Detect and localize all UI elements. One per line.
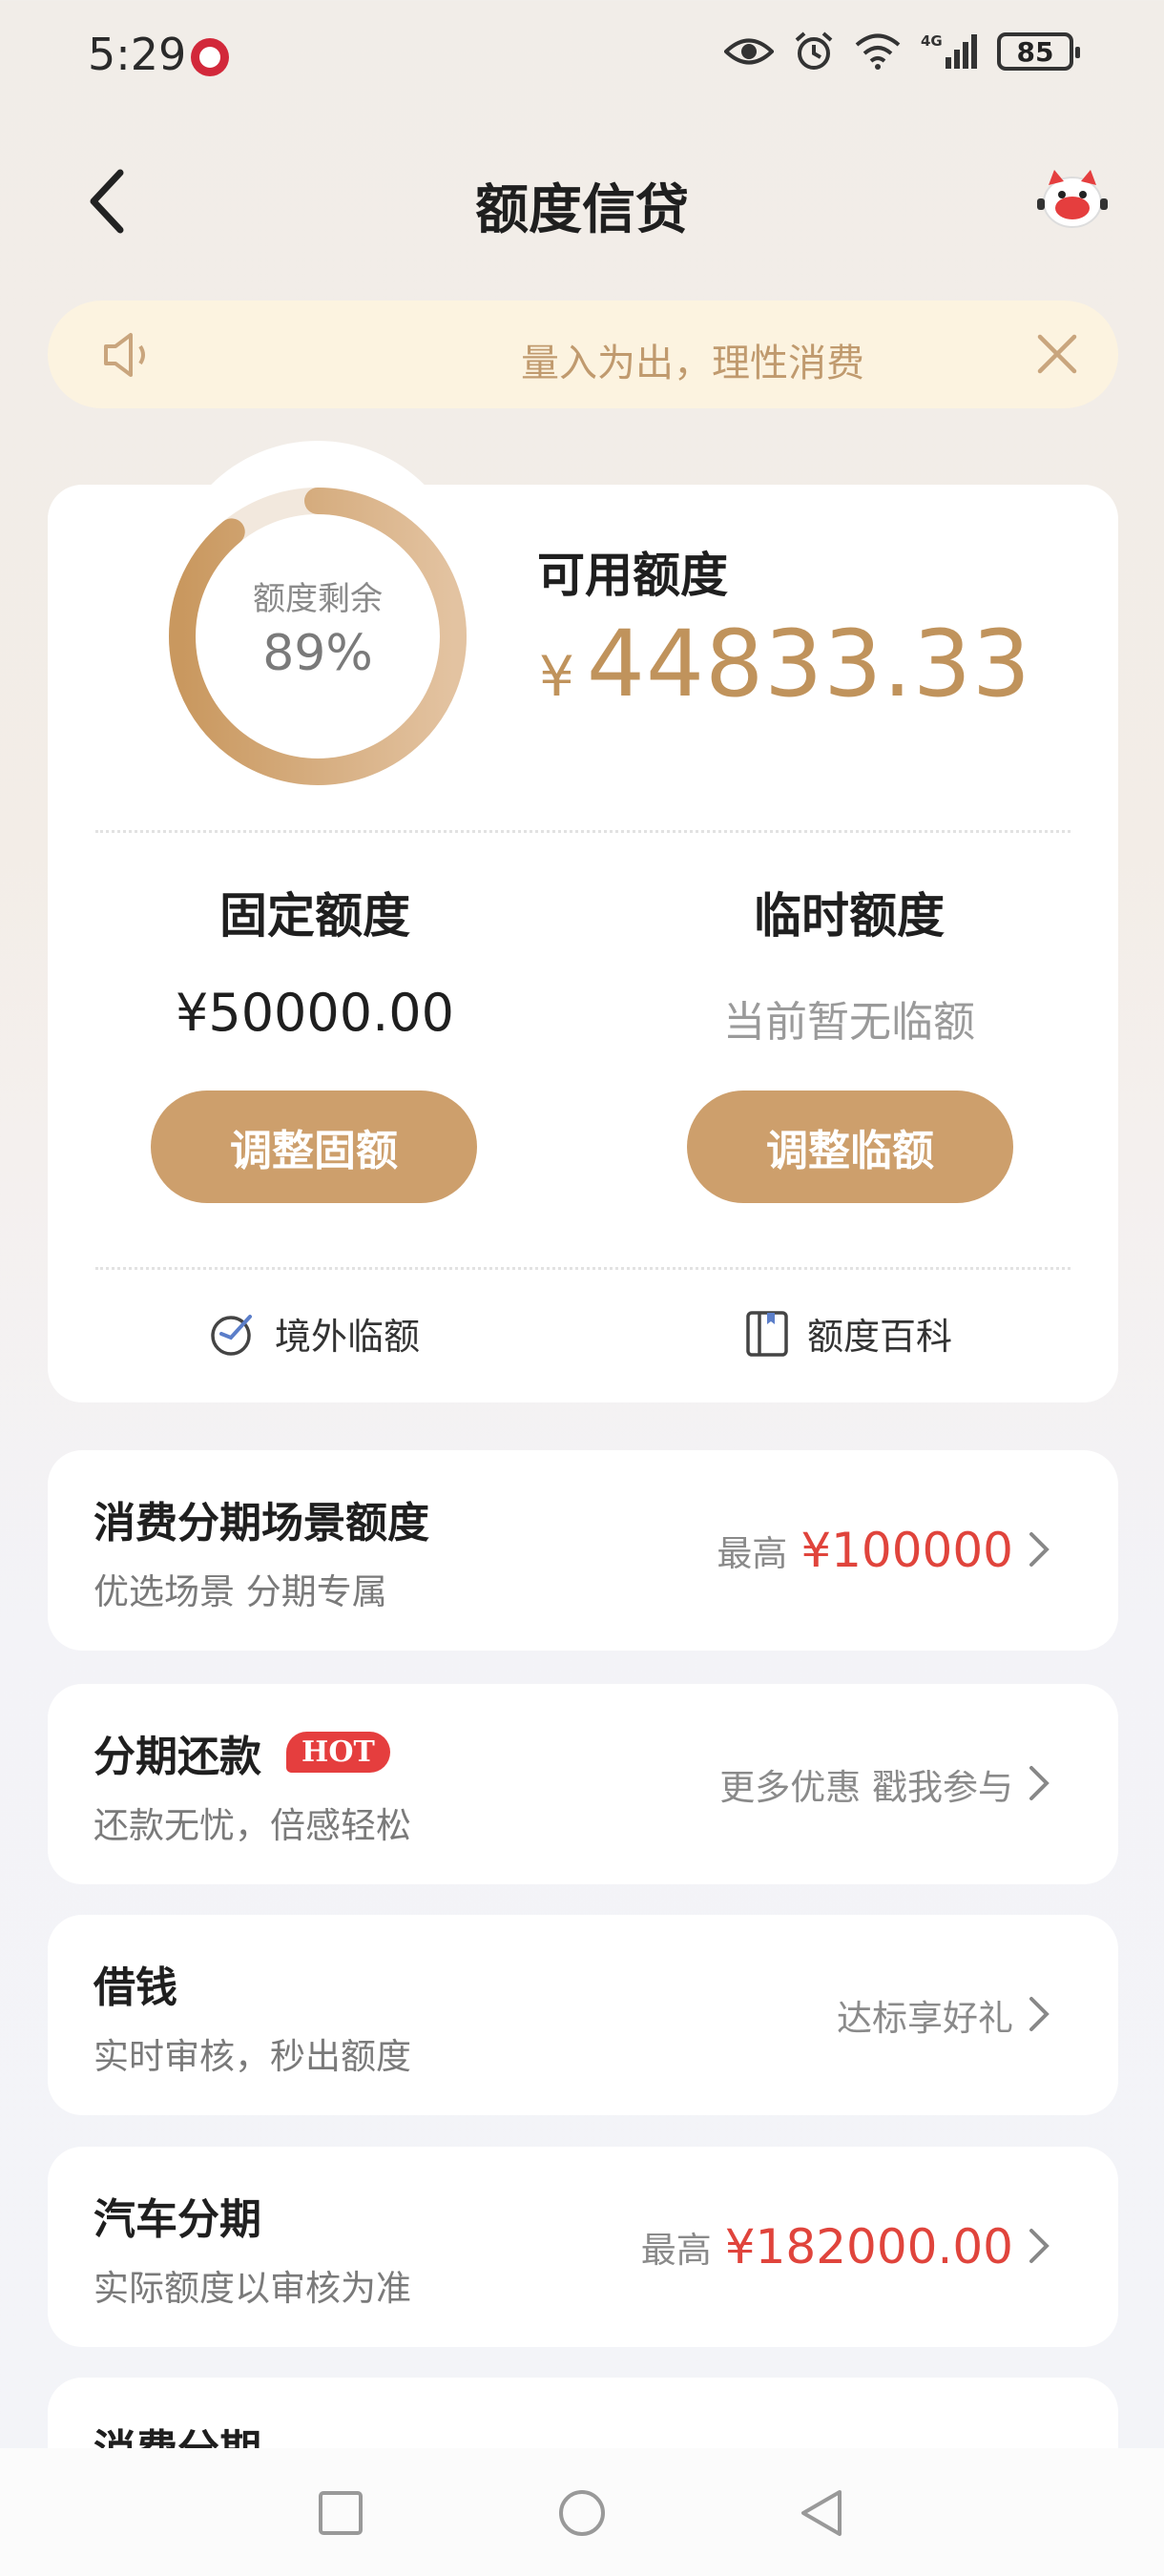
chevron-right-icon [1029, 1532, 1050, 1567]
list-item-title: 借钱 [94, 1963, 177, 2012]
list-item-title: 消费分期场景额度 [94, 1499, 429, 1548]
battery-indicator: 85 [997, 32, 1080, 71]
notice-text: 量入为出，理性消费 [521, 342, 864, 385]
recent-apps-icon[interactable] [318, 2490, 364, 2536]
chevron-right-icon [1029, 1997, 1050, 2031]
divider [95, 830, 1070, 833]
bank-logo-icon [191, 38, 229, 76]
page-title: 额度信贷 [475, 179, 689, 241]
list-item-right: 最高 ¥100000 [717, 1450, 1013, 1651]
list-item-right: 更多优惠 戳我参与 [719, 1767, 1013, 1808]
signal-icon: 4G [921, 32, 977, 69]
adjust-fixed-limit-button[interactable]: 调整固额 [151, 1091, 477, 1203]
back-icon[interactable] [798, 2488, 845, 2538]
overseas-temp-limit-link[interactable]: 境外临额 [208, 1307, 420, 1360]
adjust-temp-limit-button[interactable]: 调整临额 [687, 1091, 1013, 1203]
chevron-right-icon [1029, 1766, 1050, 1800]
list-item-title: 分期还款 [94, 1733, 261, 1781]
list-item-subtitle: 还款无忧，倍感轻松 [94, 1805, 411, 1846]
globe-plane-icon [211, 1314, 252, 1356]
limit-wiki-link[interactable]: 额度百科 [744, 1307, 952, 1360]
list-item-right: 最高 ¥182000.00 [641, 2147, 1013, 2347]
ring-label: 额度剩余 [253, 580, 383, 618]
list-item-installment-scene[interactable]: 消费分期场景额度 优选场景 分期专属 最高 ¥100000 [48, 1450, 1118, 1651]
divider [95, 1267, 1070, 1270]
available-limit-amount: ¥44833.33 [539, 611, 1031, 717]
system-nav-bar [0, 2448, 1164, 2576]
available-limit-label: 可用额度 [537, 548, 728, 603]
fixed-limit-title: 固定额度 [219, 888, 410, 944]
list-item-subtitle: 实际额度以审核为准 [94, 2268, 411, 2309]
max-prefix: 最高 [717, 1533, 788, 1574]
temp-limit-status: 当前暂无临额 [723, 998, 975, 1047]
max-amount: ¥100000 [800, 1523, 1013, 1578]
currency-symbol: ¥ [539, 644, 575, 709]
list-item-borrow[interactable]: 借钱 实时审核，秒出额度 达标享好礼 [48, 1915, 1118, 2115]
ring-percent: 89% [262, 625, 373, 682]
max-amount: ¥182000.00 [724, 2219, 1013, 2275]
close-icon[interactable] [1034, 331, 1080, 377]
home-icon[interactable] [557, 2488, 607, 2538]
eye-icon [724, 38, 774, 65]
book-icon [746, 1310, 788, 1357]
hot-badge: HOT [286, 1731, 390, 1773]
wiki-link-label: 额度百科 [807, 1316, 953, 1358]
list-item-subtitle: 实时审核，秒出额度 [94, 2036, 411, 2077]
list-item-right: 达标享好礼 [837, 1998, 1013, 2039]
svg-text:4G: 4G [921, 32, 943, 50]
max-prefix: 最高 [640, 2230, 712, 2271]
temp-limit-title: 临时额度 [754, 888, 945, 944]
available-amount-value: 44833.33 [586, 611, 1031, 717]
wifi-icon [855, 33, 901, 70]
overseas-link-label: 境外临额 [275, 1316, 421, 1358]
list-item-subtitle: 优选场景 分期专属 [94, 1571, 387, 1612]
chevron-right-icon [1029, 2229, 1050, 2263]
status-icons: 4G 85 [724, 31, 1080, 73]
mascot-assistant-icon[interactable] [1035, 164, 1110, 231]
list-item-installment-repay[interactable]: 分期还款 HOT 还款无忧，倍感轻松 更多优惠 戳我参与 [48, 1684, 1118, 1884]
list-item-title: 汽车分期 [94, 2195, 261, 2244]
status-time: 5:29 [88, 29, 187, 80]
list-item-car-installment[interactable]: 汽车分期 实际额度以审核为准 最高 ¥182000.00 [48, 2147, 1118, 2347]
fixed-limit-amount: ¥50000.00 [175, 983, 455, 1043]
alarm-icon [795, 31, 833, 70]
notice-banner: 量入为出，理性消费 [48, 301, 1118, 408]
list-item-title-wrap: 分期还款 HOT [94, 1722, 390, 1783]
